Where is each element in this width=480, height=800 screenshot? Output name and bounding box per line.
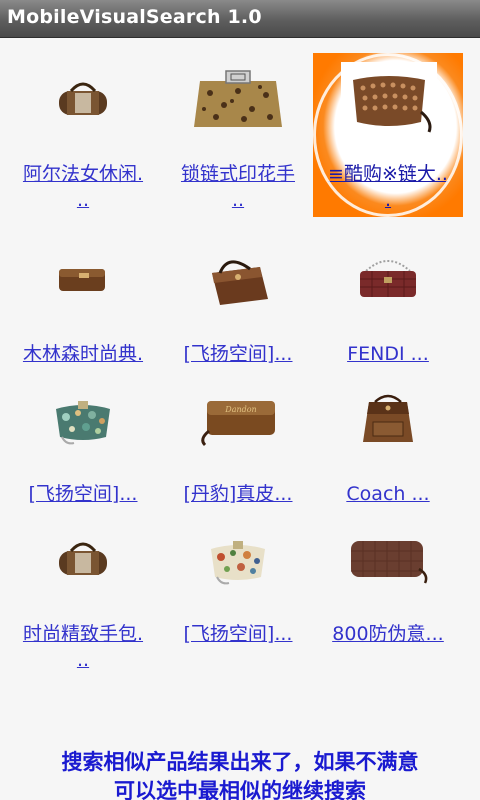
leopard-clutch-icon [190,61,286,137]
result-label[interactable]: 阿尔法女休闲. .. [8,161,158,213]
fendi-chain-bag-icon [340,241,436,317]
results-grid: 阿尔法女休闲. .. 锁链式印花手 .. ≡酷购※链大.. . 木林森时尚典. … [0,38,480,800]
result-label[interactable]: ≡酷购※链大.. . [313,161,463,213]
result-label[interactable]: [飞扬空间]... [163,621,313,647]
result-item[interactable]: 木林森时尚典. [8,233,158,373]
result-item-selected[interactable]: ≡酷购※链大.. . [313,53,463,217]
result-label[interactable]: Coach ... [313,481,463,507]
result-label[interactable]: [飞扬空间]... [8,481,158,507]
result-item[interactable]: 800防伪意... [313,513,463,653]
croc-wallet-icon: Dandon [190,381,286,457]
result-item[interactable]: Coach ... [313,373,463,513]
title-bar: MobileVisualSearch 1.0 [0,0,480,38]
result-item[interactable]: Dandon [丹豹]真皮... [163,373,313,513]
result-item[interactable]: [飞扬空间]... [163,233,313,373]
svg-text:Dandon: Dandon [224,405,256,414]
result-item[interactable]: [飞扬空间]... [163,513,313,653]
result-label[interactable]: 时尚精致手包. .. [8,621,158,673]
barrel-handbag-icon [35,61,131,137]
floral-clutch-icon [190,521,286,597]
barrel-handbag-icon [35,521,131,597]
result-label[interactable]: [丹豹]真皮... [163,481,313,507]
result-label[interactable]: [飞扬空间]... [163,341,313,367]
result-item[interactable]: FENDI ... [313,233,463,373]
result-item[interactable]: [飞扬空间]... [8,373,158,513]
studded-clutch-icon [341,62,437,138]
coach-bag-icon [340,381,436,457]
result-item[interactable]: 时尚精致手包. .. [8,513,158,671]
result-label[interactable]: FENDI ... [313,341,463,367]
check-pattern-wallet-icon [340,521,436,597]
app-title: MobileVisualSearch 1.0 [7,6,262,28]
result-item[interactable]: 锁链式印花手 .. [163,53,313,211]
hint-line-1: 搜索相似产品结果出来了，如果不满意 [61,750,419,774]
result-item[interactable]: 阿尔法女休闲. .. [8,53,158,211]
brown-shoulder-bag-icon [190,241,286,317]
floral-clutch-icon [35,381,131,457]
result-label[interactable]: 800防伪意... [313,621,463,647]
result-label[interactable]: 锁链式印花手 .. [163,161,313,213]
search-result-hint: 搜索相似产品结果出来了，如果不满意 可以选中最相似的继续搜索 [0,748,480,800]
hint-line-2: 可以选中最相似的继续搜索 [114,779,366,800]
brown-wallet-icon [35,241,131,317]
result-label[interactable]: 木林森时尚典. [8,341,158,367]
